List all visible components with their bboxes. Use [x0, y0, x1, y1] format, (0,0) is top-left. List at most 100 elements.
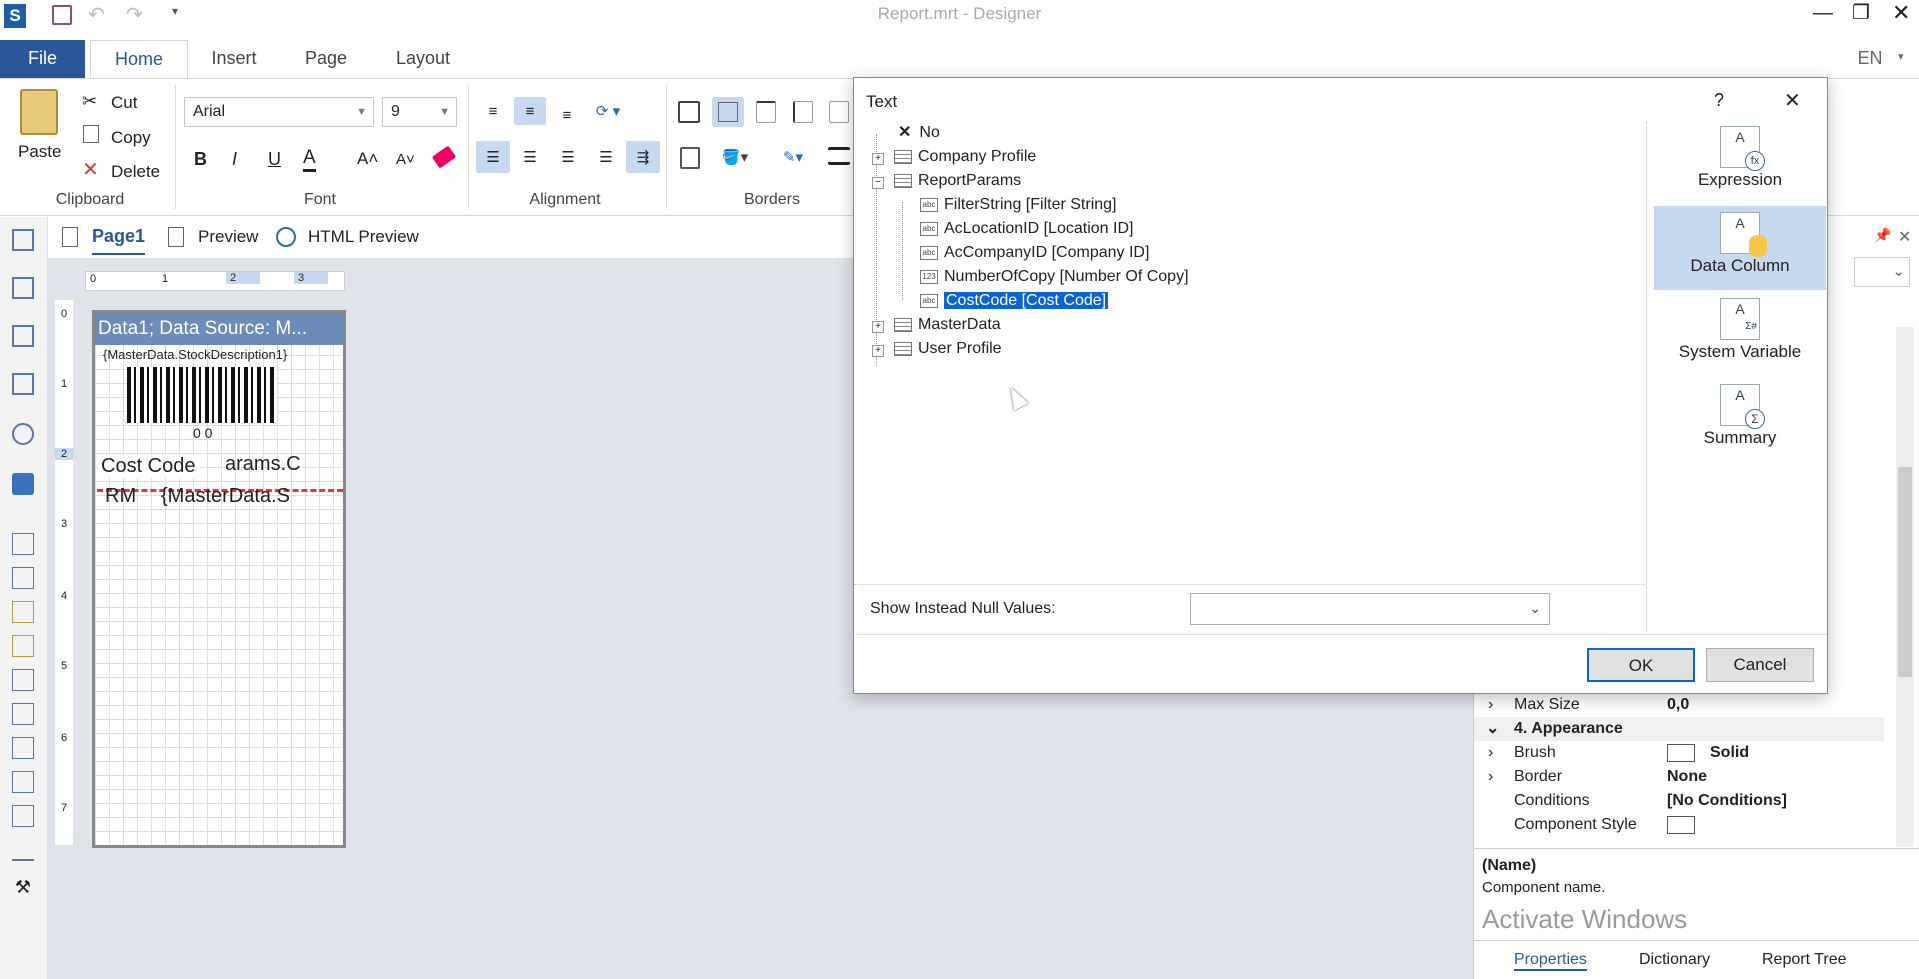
fill-color-icon[interactable]: 🪣▾	[712, 143, 758, 171]
expand-icon[interactable]: ›	[1488, 741, 1493, 765]
expand-icon[interactable]: +	[872, 153, 884, 165]
tree-item-company-profile[interactable]: + Company Profile	[872, 146, 1036, 168]
paste-icon[interactable]	[20, 89, 58, 135]
align-left-button[interactable]: ☰	[476, 141, 510, 173]
border-box-button[interactable]	[680, 147, 700, 169]
component-selector[interactable]: ⌄	[1854, 257, 1910, 287]
master-data-field[interactable]: {MasterData.S	[161, 485, 290, 508]
tab-home[interactable]: Home	[90, 40, 188, 81]
data-band-header[interactable]: Data1; Data Source: M...	[95, 313, 343, 345]
text-icon[interactable]	[12, 601, 34, 623]
restore-icon[interactable]: ❐	[1852, 0, 1870, 25]
report-title-icon[interactable]	[12, 533, 34, 555]
close-panel-icon[interactable]: ✕	[1898, 227, 1911, 247]
expand-icon[interactable]: ›	[1488, 765, 1493, 789]
tab-insert[interactable]: Insert	[196, 40, 272, 78]
tree-item-company-id[interactable]: abc AcCompanyID [Company ID]	[920, 242, 1149, 264]
cancel-button[interactable]: Cancel	[1706, 648, 1814, 682]
italic-button[interactable]: I	[232, 149, 237, 170]
properties-scrollbar[interactable]	[1896, 327, 1914, 847]
grow-font-icon[interactable]: A˄	[357, 149, 378, 169]
tab-page[interactable]: Page	[290, 40, 362, 78]
scrollbar-thumb[interactable]	[1898, 467, 1912, 677]
rich-text-icon[interactable]	[12, 635, 34, 657]
system-variable-option[interactable]: A Σ# System Variable	[1654, 292, 1826, 376]
copy-button[interactable]: Copy	[111, 128, 151, 148]
border-color-icon[interactable]: ✎▾	[770, 143, 816, 171]
close-window-icon[interactable]: ✕	[1892, 0, 1910, 26]
property-row-conditions[interactable]: Conditions [No Conditions]	[1474, 789, 1884, 813]
image-icon[interactable]	[12, 805, 34, 827]
help-button[interactable]: ?	[1714, 90, 1724, 111]
collapse-icon[interactable]: ⌄	[1486, 717, 1499, 741]
tab-preview[interactable]: Preview	[198, 227, 258, 247]
page-header-icon[interactable]	[12, 567, 34, 589]
dialog-close-icon[interactable]: ✕	[1784, 88, 1801, 113]
property-row-brush[interactable]: › Brush Solid	[1474, 741, 1884, 765]
property-row-border[interactable]: › Border None	[1474, 765, 1884, 789]
tree-item-user-profile[interactable]: + User Profile	[872, 338, 1002, 360]
cost-code-label[interactable]: Cost Code	[97, 455, 200, 478]
band-icon[interactable]	[12, 229, 34, 251]
text-box-icon[interactable]	[12, 771, 34, 793]
expression-option[interactable]: Afx Expression	[1654, 120, 1826, 204]
all-borders-button[interactable]	[678, 101, 700, 123]
no-border-button[interactable]	[712, 97, 744, 127]
paste-button[interactable]: Paste	[18, 142, 61, 162]
bold-button[interactable]: B	[194, 149, 207, 170]
tree-item-master-data[interactable]: + MasterData	[872, 314, 1001, 336]
property-row-max-size[interactable]: › Max Size 0,0	[1474, 693, 1884, 717]
align-bottom-button[interactable]: ≡	[552, 101, 582, 129]
tree-item-report-params[interactable]: − ReportParams	[872, 170, 1021, 192]
tree-item-cost-code[interactable]: abc CostCode [Cost Code]	[920, 290, 1110, 312]
summary-option[interactable]: A Σ Summary	[1654, 378, 1826, 462]
align-right-button[interactable]: ☰	[552, 141, 584, 173]
top-border-button[interactable]	[756, 101, 776, 123]
cross-band-icon[interactable]	[12, 277, 34, 299]
property-row-component-style[interactable]: Component Style	[1474, 813, 1884, 837]
container-icon[interactable]	[12, 703, 34, 725]
align-top-button[interactable]: ≡	[478, 97, 508, 125]
tab-report-tree[interactable]: Report Tree	[1762, 951, 1846, 969]
tab-page1[interactable]: Page1	[92, 226, 146, 255]
tree-item-no[interactable]: ✕ No	[898, 122, 940, 144]
chart-icon[interactable]	[12, 839, 34, 861]
barcode-icon[interactable]	[12, 373, 34, 395]
puzzle-icon[interactable]	[12, 473, 34, 495]
pin-icon[interactable]: 📌	[1874, 227, 1891, 244]
tree-item-number-of-copy[interactable]: 123 NumberOfCopy [Number Of Copy]	[920, 266, 1189, 288]
tab-properties[interactable]: Properties	[1514, 951, 1587, 971]
expand-icon[interactable]: +	[872, 321, 884, 333]
tree-item-location-id[interactable]: abc AcLocationID [Location ID]	[920, 218, 1133, 240]
report-page[interactable]: Data1; Data Source: M... {MasterData.Sto…	[92, 310, 346, 848]
data-column-option[interactable]: A Data Column	[1654, 206, 1826, 290]
expand-icon[interactable]: ›	[1488, 693, 1493, 717]
border-style-icon[interactable]	[828, 147, 850, 165]
font-family-select[interactable]: Arial ▼	[184, 97, 374, 127]
property-category-appearance[interactable]: ⌄ 4. Appearance	[1474, 717, 1884, 741]
rm-label[interactable]: RM	[105, 485, 136, 508]
word-wrap-button[interactable]: ⇶	[626, 141, 660, 173]
left-border-button[interactable]	[793, 101, 813, 123]
report-params-field[interactable]: arams.C	[225, 453, 301, 476]
justify-button[interactable]: ☰	[590, 141, 622, 173]
language-chevron-icon[interactable]: ▾	[1898, 50, 1904, 63]
cut-button[interactable]: Cut	[111, 93, 137, 113]
tab-dictionary[interactable]: Dictionary	[1639, 951, 1710, 969]
delete-button[interactable]: Delete	[111, 162, 160, 182]
font-size-select[interactable]: 9 ▼	[382, 97, 457, 127]
language-selector[interactable]: EN	[1850, 40, 1890, 78]
tab-file[interactable]: File	[0, 40, 85, 78]
tree-item-filter-string[interactable]: abc FilterString [Filter String]	[920, 194, 1116, 216]
barcode[interactable]	[127, 367, 277, 423]
panel-icon[interactable]	[12, 669, 34, 691]
eraser-icon[interactable]	[431, 145, 457, 169]
stock-description-field[interactable]: {MasterData.StockDescription1}	[103, 347, 287, 362]
cross-tab-icon[interactable]	[12, 325, 34, 347]
align-center-button[interactable]: ☰	[514, 141, 546, 173]
expand-icon[interactable]: +	[872, 345, 884, 357]
right-border-button[interactable]	[829, 101, 849, 123]
collapse-icon[interactable]: −	[872, 177, 884, 189]
tools-icon[interactable]: ⚒	[12, 877, 34, 899]
null-values-select[interactable]: ⌄	[1190, 593, 1550, 625]
